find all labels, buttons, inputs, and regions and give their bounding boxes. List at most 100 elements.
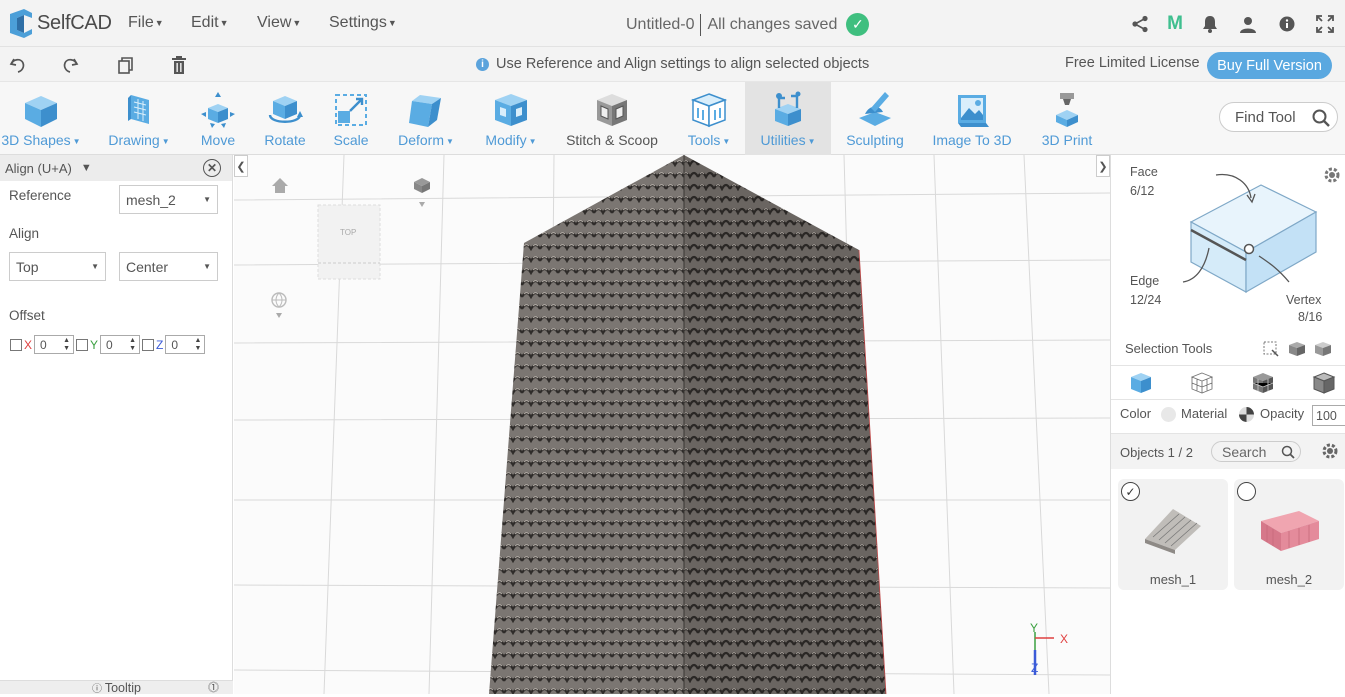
- object-search-input[interactable]: Search: [1211, 441, 1301, 462]
- find-tool-placeholder: Find Tool: [1235, 108, 1296, 126]
- stepper-arrows-icon[interactable]: ▲ ▼: [194, 337, 201, 353]
- tool-move-label: Move: [200, 132, 236, 148]
- caret-down-icon: ▼: [445, 136, 454, 146]
- color-swatch[interactable]: [1161, 407, 1176, 422]
- object-card-mesh-2[interactable]: mesh_2: [1234, 479, 1344, 590]
- offset-x-label: X: [24, 337, 33, 352]
- stepper-arrows-icon[interactable]: ▲ ▼: [129, 337, 136, 353]
- search-icon[interactable]: [1311, 108, 1331, 128]
- view-cube[interactable]: [317, 204, 381, 280]
- camera-perspective-icon[interactable]: [414, 178, 430, 207]
- menu-edit[interactable]: Edit▼: [191, 14, 229, 32]
- offset-x-stepper[interactable]: 0 ▲ ▼: [34, 335, 75, 354]
- stitch-scoop-icon: [597, 94, 627, 126]
- globe-icon[interactable]: [271, 292, 287, 318]
- offset-x-checkbox[interactable]: [10, 338, 22, 351]
- move-icon: [201, 92, 235, 128]
- selection-mode-diagram[interactable]: [1171, 170, 1321, 295]
- axis-x-label: X: [1060, 632, 1068, 646]
- color-label: Color: [1120, 406, 1152, 421]
- tool-modify[interactable]: Modify ▼: [480, 82, 542, 155]
- tool-3d-print-label: 3D Print: [1041, 132, 1093, 148]
- tool-deform[interactable]: Deform ▼: [394, 82, 458, 155]
- buy-full-version-button[interactable]: Buy Full Version: [1207, 52, 1332, 79]
- tool-3d-shapes[interactable]: 3D Shapes ▼: [0, 82, 82, 155]
- top-menu-bar: SelfCAD File▼ Edit▼ View▼ Settings▼ Unti…: [0, 0, 1345, 47]
- collapse-triangle-icon[interactable]: ▼: [81, 162, 92, 174]
- menu-file[interactable]: File▼: [128, 14, 164, 32]
- object-select-checkmark-icon[interactable]: ✓: [1121, 482, 1140, 501]
- m-brand-icon[interactable]: M: [1164, 13, 1186, 35]
- tool-tools[interactable]: Tools ▼: [680, 82, 738, 155]
- object-card-mesh-1[interactable]: ✓ mesh_1: [1118, 479, 1228, 590]
- viewport-canvas[interactable]: TOP Y X Z: [234, 155, 1110, 694]
- tool-utilities[interactable]: Utilities ▼: [745, 82, 831, 155]
- tool-rotate[interactable]: Rotate: [260, 82, 310, 155]
- selfcad-logo[interactable]: SelfCAD: [6, 8, 112, 38]
- opacity-input[interactable]: 100: [1312, 405, 1345, 426]
- reference-select[interactable]: mesh_2 ▼: [119, 185, 218, 214]
- tool-scale[interactable]: Scale: [327, 82, 375, 155]
- modify-icon: [495, 94, 527, 126]
- select-mesh-icon[interactable]: [1288, 341, 1306, 357]
- align-horizontal-select[interactable]: Center ▼: [119, 252, 218, 281]
- gear-icon[interactable]: [1321, 442, 1339, 460]
- tiled-tower-mesh[interactable]: [489, 155, 887, 694]
- select-object-icon[interactable]: [1314, 341, 1332, 357]
- stepper-arrows-icon[interactable]: ▲ ▼: [63, 337, 70, 353]
- save-status: All changes saved: [707, 15, 838, 33]
- tool-drawing[interactable]: Drawing ▼: [103, 82, 175, 155]
- object-select-circle-icon[interactable]: [1237, 482, 1256, 501]
- material-label: Material: [1181, 406, 1228, 421]
- offset-z-checkbox[interactable]: [142, 338, 155, 351]
- wireframe-view-icon[interactable]: [1190, 371, 1214, 395]
- hint-text: Use Reference and Align settings to alig…: [496, 56, 870, 72]
- deform-icon: [409, 95, 441, 127]
- tool-modify-label: Modify: [485, 132, 527, 148]
- tools-icon: [690, 93, 728, 128]
- home-icon[interactable]: [272, 178, 288, 193]
- align-vertical-select[interactable]: Top ▼: [9, 252, 106, 281]
- gear-icon[interactable]: [1323, 166, 1341, 184]
- select-box-icon[interactable]: [1263, 341, 1279, 357]
- offset-z-stepper[interactable]: 0 ▲ ▼: [165, 335, 206, 354]
- offset-y-checkbox[interactable]: [76, 338, 89, 351]
- tool-sculpting[interactable]: Sculpting: [843, 82, 907, 155]
- caret-down-icon: ▼: [807, 136, 816, 146]
- menu-view[interactable]: View▼: [257, 14, 301, 32]
- bell-icon[interactable]: [1199, 13, 1221, 35]
- object-name: mesh_2: [1265, 572, 1313, 587]
- redo-icon[interactable]: [60, 55, 80, 75]
- share-icon[interactable]: [1129, 13, 1151, 35]
- offset-y-stepper[interactable]: 0 ▲ ▼: [100, 335, 141, 354]
- collapse-left-panel-icon[interactable]: ❮: [234, 155, 248, 177]
- search-icon[interactable]: [1281, 445, 1295, 459]
- user-icon[interactable]: [1237, 13, 1259, 35]
- reference-label: Reference: [9, 188, 72, 203]
- trash-icon[interactable]: [169, 55, 189, 75]
- copy-icon[interactable]: [115, 55, 135, 75]
- tool-stitch-scoop[interactable]: Stitch & Scoop: [563, 82, 661, 155]
- info-icon[interactable]: [1276, 13, 1298, 35]
- scale-icon: [335, 94, 367, 126]
- action-bar: i Use Reference and Align settings to al…: [0, 47, 1345, 82]
- material-swatch-icon[interactable]: [1239, 407, 1254, 422]
- tool-move[interactable]: Move: [193, 82, 243, 155]
- close-icon[interactable]: ✕: [203, 159, 221, 177]
- tool-image-to-3d[interactable]: Image To 3D: [929, 82, 1015, 155]
- collapse-right-panel-icon[interactable]: ❯: [1096, 155, 1110, 177]
- fullscreen-icon[interactable]: [1314, 13, 1336, 35]
- document-name[interactable]: Untitled-0: [626, 16, 694, 34]
- solid-wireframe-view-icon[interactable]: [1251, 371, 1275, 395]
- 3d-viewport[interactable]: TOP Y X Z ❮ ❯: [234, 155, 1110, 694]
- caret-down-icon: ▼: [72, 136, 81, 146]
- find-tool-input[interactable]: Find Tool: [1219, 102, 1338, 132]
- menu-settings[interactable]: Settings▼: [329, 14, 397, 32]
- info-icon: i: [476, 57, 489, 71]
- solid-view-icon[interactable]: [1129, 371, 1153, 395]
- xray-view-icon[interactable]: [1312, 371, 1336, 395]
- undo-icon[interactable]: [8, 55, 28, 75]
- tooltip-bar[interactable]: ⓘ Tooltip ⓵: [0, 680, 233, 695]
- pin-icon[interactable]: ⓵: [208, 681, 219, 695]
- tool-3d-print[interactable]: 3D Print: [1037, 82, 1097, 155]
